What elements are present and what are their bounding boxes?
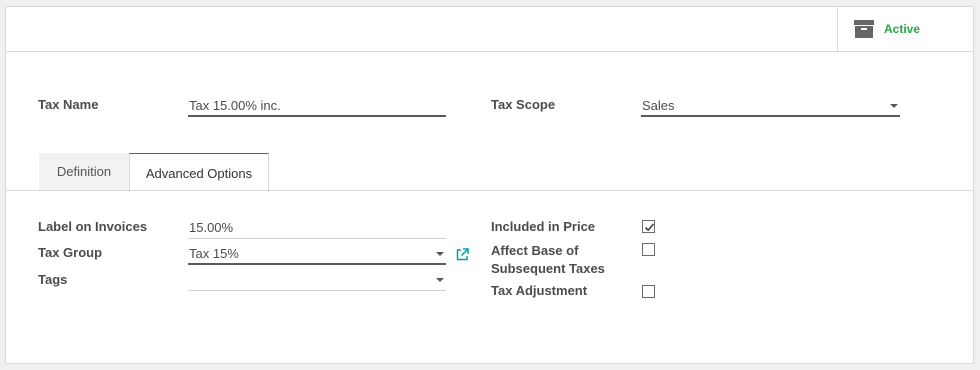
included-in-price-checkbox[interactable]	[642, 220, 655, 233]
tax-group-label: Tax Group	[38, 245, 103, 260]
chevron-down-icon	[436, 252, 444, 256]
active-toggle-button[interactable]: Active	[837, 7, 973, 51]
chevron-down-icon	[890, 104, 898, 108]
label-on-invoices-label: Label on Invoices	[38, 219, 148, 234]
tax-scope-value: Sales	[642, 98, 675, 113]
tabs-divider	[6, 190, 973, 191]
active-label: Active	[884, 22, 921, 36]
included-in-price-label: Included in Price	[491, 219, 596, 234]
tax-scope-select[interactable]: Sales	[641, 99, 900, 117]
tax-name-input[interactable]: Tax 15.00% inc.	[188, 99, 446, 117]
tax-name-label: Tax Name	[38, 97, 99, 112]
tags-label: Tags	[38, 272, 68, 287]
checkmark-icon	[644, 223, 655, 232]
external-link-icon[interactable]	[456, 248, 469, 261]
archive-icon	[854, 20, 874, 38]
tax-name-value: Tax 15.00% inc.	[189, 98, 281, 113]
tax-group-select[interactable]: Tax 15%	[188, 247, 446, 265]
button-box: Active	[6, 7, 973, 52]
affect-base-label: Affect Base of Subsequent Taxes	[491, 242, 605, 278]
tax-group-value: Tax 15%	[189, 246, 239, 261]
affect-base-label-line1: Affect Base of	[491, 243, 579, 258]
tab-definition[interactable]: Definition	[39, 153, 129, 190]
chevron-down-icon	[436, 278, 444, 282]
label-on-invoices-value: 15.00%	[189, 220, 234, 235]
tax-scope-label: Tax Scope	[491, 97, 556, 112]
label-on-invoices-input[interactable]: 15.00%	[188, 221, 446, 239]
tab-advanced-options[interactable]: Advanced Options	[129, 153, 269, 192]
tax-adjustment-label: Tax Adjustment	[491, 283, 588, 298]
tax-adjustment-checkbox[interactable]	[642, 285, 655, 298]
affect-base-label-line2: Subsequent Taxes	[491, 261, 605, 276]
tags-select[interactable]	[188, 273, 446, 291]
form-sheet: Active Tax Name Tax 15.00% inc. Tax Scop…	[5, 6, 974, 364]
affect-base-checkbox[interactable]	[642, 243, 655, 256]
